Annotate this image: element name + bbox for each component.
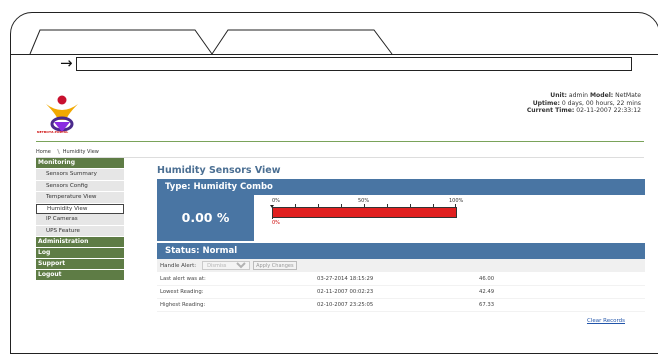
handle-alert-select[interactable]: Dismiss: [202, 261, 251, 270]
sidebar-section-administration[interactable]: Administration: [36, 237, 124, 248]
humidity-gauge-row: 0.00 % 0% 50% 100% 0%: [157, 195, 645, 241]
address-bar[interactable]: [76, 57, 632, 71]
tab-1: [29, 29, 213, 55]
table-row: Last alert was at: 03-27-2014 18:15:29 4…: [157, 273, 645, 286]
breadcrumb-home[interactable]: Home: [36, 149, 51, 155]
logo-text: NETBOTZ-PORTAL: [37, 130, 69, 134]
forward-arrow-icon[interactable]: →: [60, 55, 73, 71]
breadcrumb: Home Humidity View: [36, 147, 99, 156]
readings-table: Last alert was at: 03-27-2014 18:15:29 4…: [157, 273, 645, 312]
sidebar-section-log[interactable]: Log: [36, 248, 124, 259]
table-row: Lowest Reading: 02-11-2007 00:02:23 42.4…: [157, 286, 645, 299]
unit-line: Unit: admin Model: NetMate: [550, 92, 641, 99]
sidebar-item-sensors-summary[interactable]: Sensors Summary: [36, 169, 124, 181]
type-header: Type: Humidity Combo: [157, 179, 645, 195]
uptime-line: Uptime: 0 days, 00 hours, 22 mins: [532, 99, 641, 107]
tab-2: [211, 29, 393, 55]
handle-alert-row: Handle Alert: Dismiss Apply Changes: [157, 259, 645, 272]
gauge-track: [272, 207, 457, 218]
table-row: Highest Reading: 02-10-2007 23:25:05 67.…: [157, 299, 645, 312]
tab-strip-line: [10, 54, 658, 55]
gauge-current-label: 0%: [272, 220, 280, 226]
clear-records-link[interactable]: Clear Records: [587, 318, 625, 324]
header-divider: [36, 141, 644, 142]
scale-label-100: 100%: [449, 198, 464, 204]
browser-tabs: [29, 29, 393, 55]
sidebar-item-ups-feature[interactable]: UPS Feature: [36, 225, 124, 237]
sidebar-section-monitoring[interactable]: Monitoring: [36, 158, 124, 169]
gauge-fill: [273, 208, 456, 217]
page-title: Humidity Sensors View: [157, 165, 281, 176]
sidebar-section-support[interactable]: Support: [36, 259, 124, 270]
sidebar: Monitoring Sensors Summary Sensors Confi…: [36, 158, 124, 281]
sidebar-item-humidity-view[interactable]: Humidity View: [36, 203, 124, 214]
humidity-gauge: 0% 50% 100% 0%: [270, 198, 464, 238]
scale-label-0: 0%: [272, 198, 280, 204]
sidebar-item-temperature-view[interactable]: Temperature View: [36, 192, 124, 204]
sidebar-item-sensors-config[interactable]: Sensors Config: [36, 180, 124, 192]
handle-alert-label: Handle Alert:: [160, 262, 197, 269]
humidity-value-display: 0.00 %: [157, 195, 254, 241]
breadcrumb-separator: [53, 149, 60, 154]
main-content: Humidity Sensors View Type: Humidity Com…: [157, 165, 645, 312]
sidebar-section-logout[interactable]: Logout: [36, 270, 124, 281]
status-header: Status: Normal: [157, 243, 645, 259]
breadcrumb-divider: [36, 157, 644, 158]
company-logo: [46, 95, 78, 132]
sidebar-item-ip-cameras[interactable]: IP Cameras: [36, 214, 124, 226]
time-line: Current Time: 02-11-2007 22:33:12: [526, 107, 641, 114]
header-info: Unit: admin Model: NetMate Uptime: 0 day…: [527, 92, 641, 115]
breadcrumb-current: Humidity View: [62, 148, 99, 155]
gauge-needle-line: [272, 207, 273, 219]
apply-changes-button[interactable]: Apply Changes: [253, 261, 297, 270]
